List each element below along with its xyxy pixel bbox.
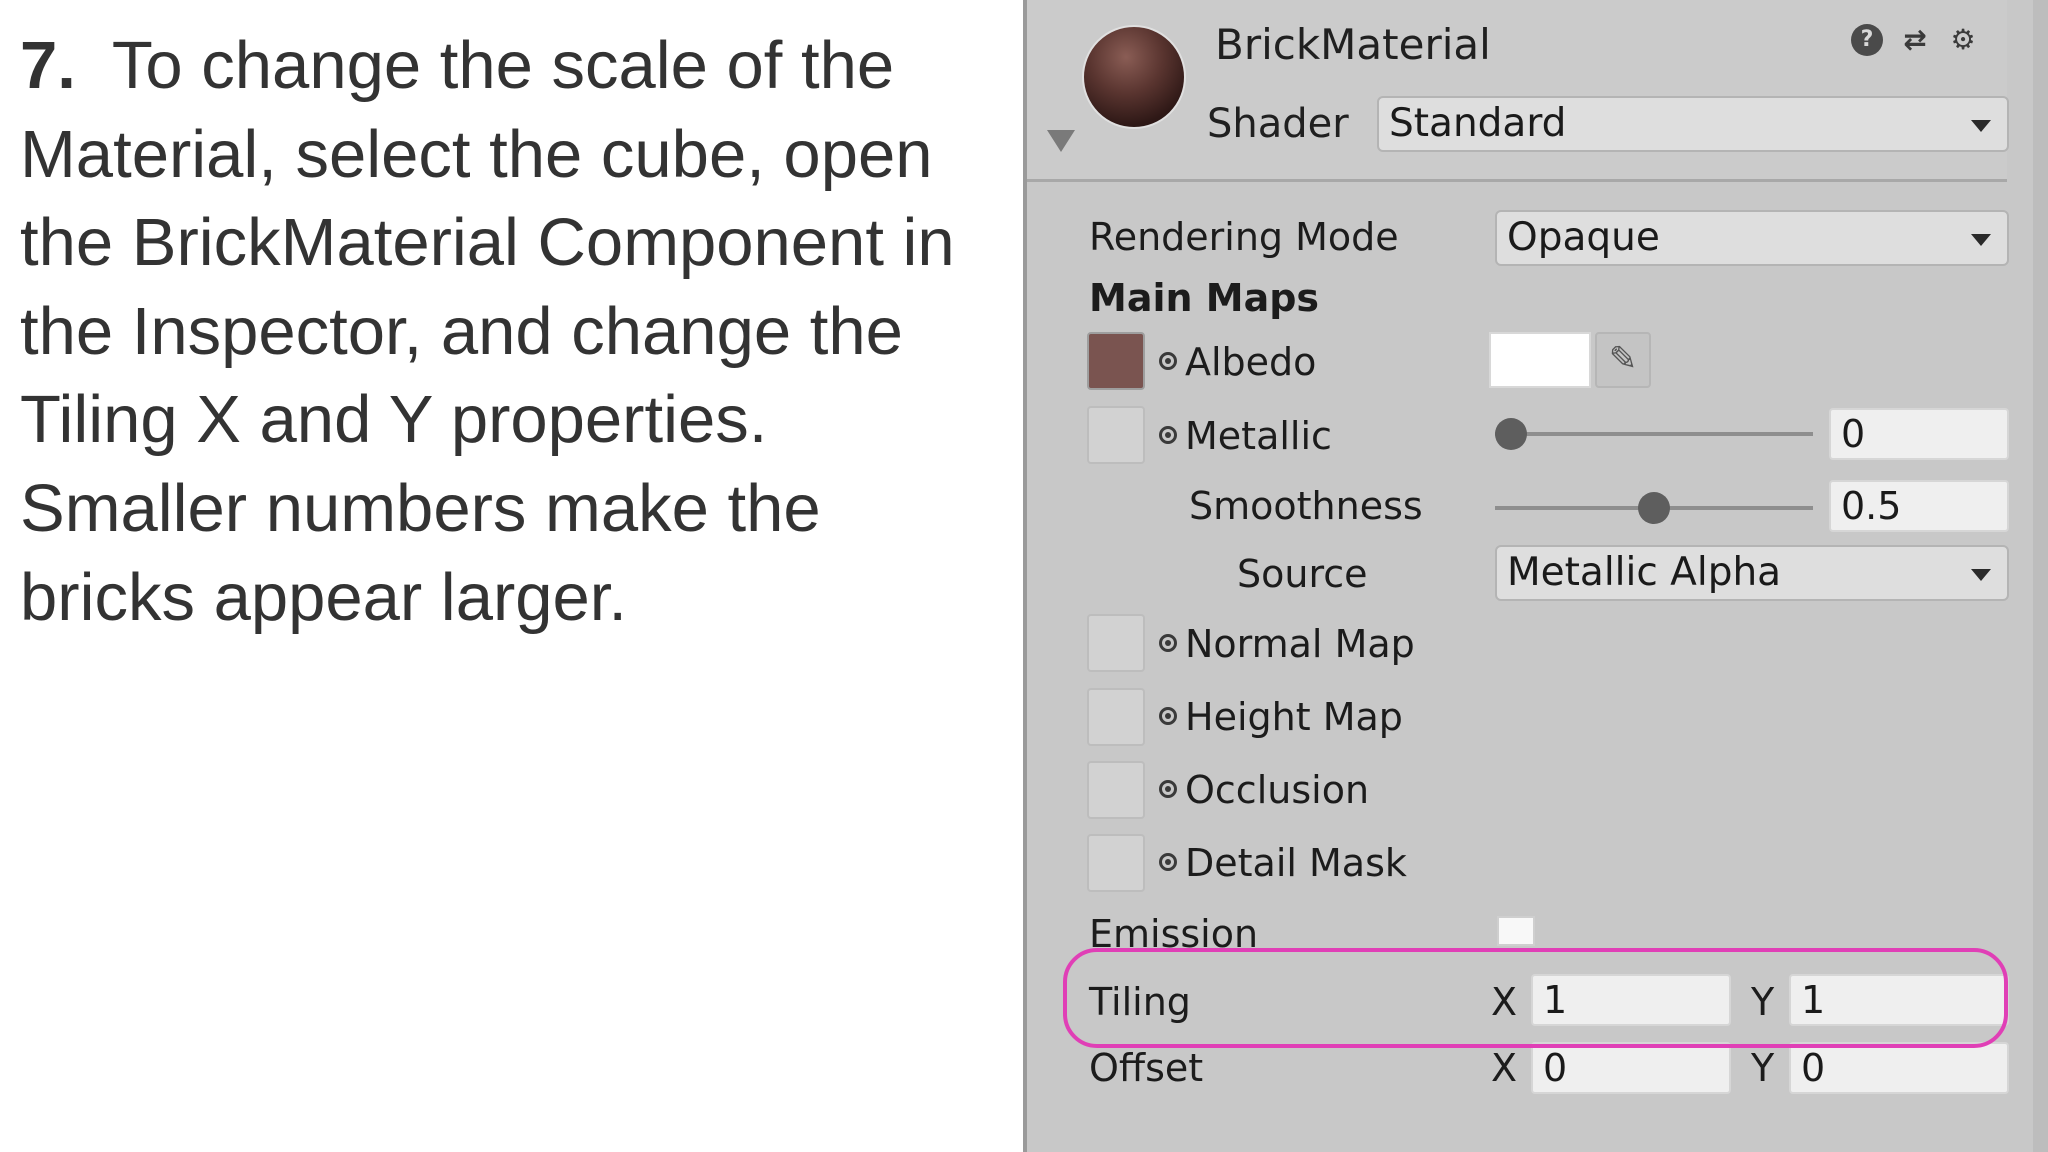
shader-label: Shader xyxy=(1207,101,1349,147)
detail-mask-texture-slot[interactable] xyxy=(1087,834,1145,892)
inspector-scrollbar[interactable] xyxy=(2033,0,2048,1152)
height-map-texture-slot[interactable] xyxy=(1087,688,1145,746)
source-label: Source xyxy=(1237,552,1368,596)
albedo-label: Albedo xyxy=(1185,340,1317,384)
object-picker-icon[interactable] xyxy=(1159,780,1177,798)
smoothness-label: Smoothness xyxy=(1189,484,1423,528)
metallic-label: Metallic xyxy=(1185,414,1332,458)
albedo-texture-slot[interactable] xyxy=(1087,332,1145,390)
metallic-slider-thumb[interactable] xyxy=(1495,418,1527,450)
smoothness-slider-thumb[interactable] xyxy=(1638,492,1670,524)
header-icons: ? ⇄ ⚙ xyxy=(1851,24,1979,56)
dropdown-arrow-icon xyxy=(1971,569,1991,581)
source-value: Metallic Alpha xyxy=(1507,550,1782,595)
object-picker-icon[interactable] xyxy=(1159,426,1177,444)
normal-map-label: Normal Map xyxy=(1185,622,1415,666)
detail-mask-label: Detail Mask xyxy=(1185,841,1407,885)
rendering-mode-label: Rendering Mode xyxy=(1089,215,1399,259)
metallic-texture-slot[interactable] xyxy=(1087,406,1145,464)
object-picker-icon[interactable] xyxy=(1159,352,1177,370)
object-picker-icon[interactable] xyxy=(1159,853,1177,871)
main-maps-heading: Main Maps xyxy=(1089,276,1320,320)
settings-icon[interactable]: ⚙ xyxy=(1947,24,1979,56)
object-picker-icon[interactable] xyxy=(1159,634,1177,652)
metallic-slider[interactable] xyxy=(1495,432,1813,436)
source-dropdown[interactable]: Metallic Alpha xyxy=(1495,545,2009,601)
emission-checkbox[interactable] xyxy=(1497,916,1535,946)
instruction-body: To change the scale of the Material, sel… xyxy=(20,28,955,635)
rendering-mode-value: Opaque xyxy=(1507,215,1660,260)
offset-y-label: Y xyxy=(1751,1046,1775,1090)
eyedropper-icon[interactable]: ✎ xyxy=(1595,332,1651,388)
dropdown-arrow-icon xyxy=(1971,120,1991,132)
material-preview-sphere xyxy=(1082,25,1186,129)
offset-label: Offset xyxy=(1089,1046,1204,1090)
instruction-text: 7. To change the scale of the Material, … xyxy=(20,22,1000,642)
help-icon[interactable]: ? xyxy=(1851,24,1883,56)
object-picker-icon[interactable] xyxy=(1159,707,1177,725)
material-name: BrickMaterial xyxy=(1215,20,1491,69)
albedo-color-field[interactable] xyxy=(1489,332,1591,388)
occlusion-texture-slot[interactable] xyxy=(1087,761,1145,819)
offset-x-field[interactable]: 0 xyxy=(1531,1042,1731,1094)
shader-value: Standard xyxy=(1389,101,1567,146)
material-header: BrickMaterial ? ⇄ ⚙ Shader Standard xyxy=(1027,0,2009,182)
shader-dropdown[interactable]: Standard xyxy=(1377,96,2009,152)
height-map-label: Height Map xyxy=(1185,695,1403,739)
tiling-highlight-annotation xyxy=(1063,948,2008,1048)
offset-x-label: X xyxy=(1491,1046,1518,1090)
dropdown-arrow-icon xyxy=(1971,234,1991,246)
presets-icon[interactable]: ⇄ xyxy=(1899,24,1931,56)
metallic-value-field[interactable]: 0 xyxy=(1829,408,2009,460)
normal-map-texture-slot[interactable] xyxy=(1087,614,1145,672)
offset-y-field[interactable]: 0 xyxy=(1789,1042,2009,1094)
smoothness-value-field[interactable]: 0.5 xyxy=(1829,480,2009,532)
material-inspector: BrickMaterial ? ⇄ ⚙ Shader Standard Rend… xyxy=(1023,0,2048,1152)
step-number: 7. xyxy=(20,28,76,103)
rendering-mode-dropdown[interactable]: Opaque xyxy=(1495,210,2009,266)
foldout-arrow-icon[interactable] xyxy=(1047,130,1075,152)
occlusion-label: Occlusion xyxy=(1185,768,1370,812)
